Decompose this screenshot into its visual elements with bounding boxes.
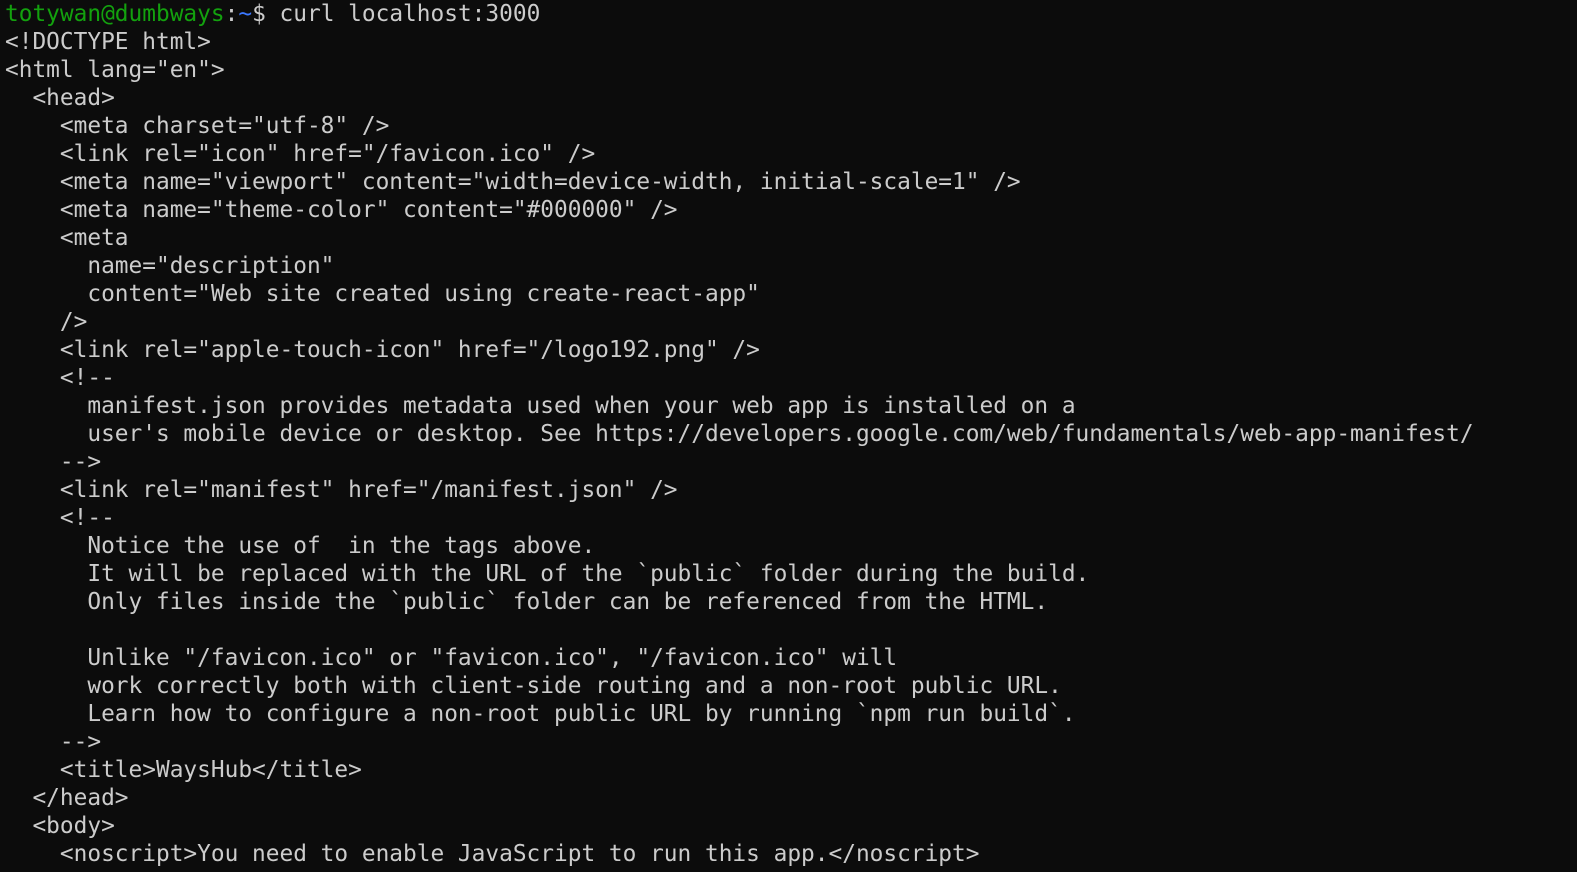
output-line: <link rel="icon" href="/favicon.ico" /> bbox=[5, 141, 596, 167]
prompt-command: curl localhost:3000 bbox=[279, 1, 541, 27]
prompt-separator: : bbox=[224, 1, 239, 27]
output-line: It will be replaced with the URL of the … bbox=[5, 561, 1090, 587]
output-line: <noscript>You need to enable JavaScript … bbox=[5, 841, 980, 867]
terminal-window[interactable]: totywan@dumbways:~$ curl localhost:3000 … bbox=[0, 0, 1577, 872]
output-line: <link rel="apple-touch-icon" href="/logo… bbox=[5, 337, 760, 363]
output-line: /> bbox=[5, 309, 88, 335]
output-line: <meta charset="utf-8" /> bbox=[5, 113, 390, 139]
output-line: user's mobile device or desktop. See htt… bbox=[5, 421, 1474, 447]
prompt-user-host: totywan@dumbways bbox=[5, 1, 225, 27]
prompt-path: ~ bbox=[238, 1, 253, 27]
output-line: Only files inside the `public` folder ca… bbox=[5, 589, 1049, 615]
output-line: <meta bbox=[5, 225, 129, 251]
prompt-symbol: $ bbox=[252, 1, 280, 27]
output-line: Learn how to configure a non-root public… bbox=[5, 701, 1076, 727]
output-line: manifest.json provides metadata used whe… bbox=[5, 393, 1076, 419]
output-line: <body> bbox=[5, 813, 115, 839]
output-line: <link rel="manifest" href="/manifest.jso… bbox=[5, 477, 678, 503]
output-line: <!-- bbox=[5, 505, 115, 531]
output-line: Unlike "/favicon.ico" or "favicon.ico", … bbox=[5, 645, 898, 671]
output-line: --> bbox=[5, 449, 102, 475]
output-line: <meta name="viewport" content="width=dev… bbox=[5, 169, 1021, 195]
output-line: work correctly both with client-side rou… bbox=[5, 673, 1062, 699]
output-line: <title>WaysHub</title> bbox=[5, 757, 362, 783]
output-line: <html lang="en"> bbox=[5, 57, 225, 83]
output-line: <meta name="theme-color" content="#00000… bbox=[5, 197, 678, 223]
output-line: <!DOCTYPE html> bbox=[5, 29, 211, 55]
prompt-line: totywan@dumbways:~$ curl localhost:3000 bbox=[5, 0, 1577, 28]
output-line: content="Web site created using create-r… bbox=[5, 281, 760, 307]
output-line: name="description" bbox=[5, 253, 335, 279]
output-line: </head> bbox=[5, 785, 129, 811]
output-line: <head> bbox=[5, 85, 115, 111]
output-line: <!-- bbox=[5, 365, 115, 391]
output-line: --> bbox=[5, 729, 102, 755]
command-output: <!DOCTYPE html> <html lang="en"> <head> <… bbox=[5, 28, 1577, 868]
output-line: Notice the use of in the tags above. bbox=[5, 533, 596, 559]
